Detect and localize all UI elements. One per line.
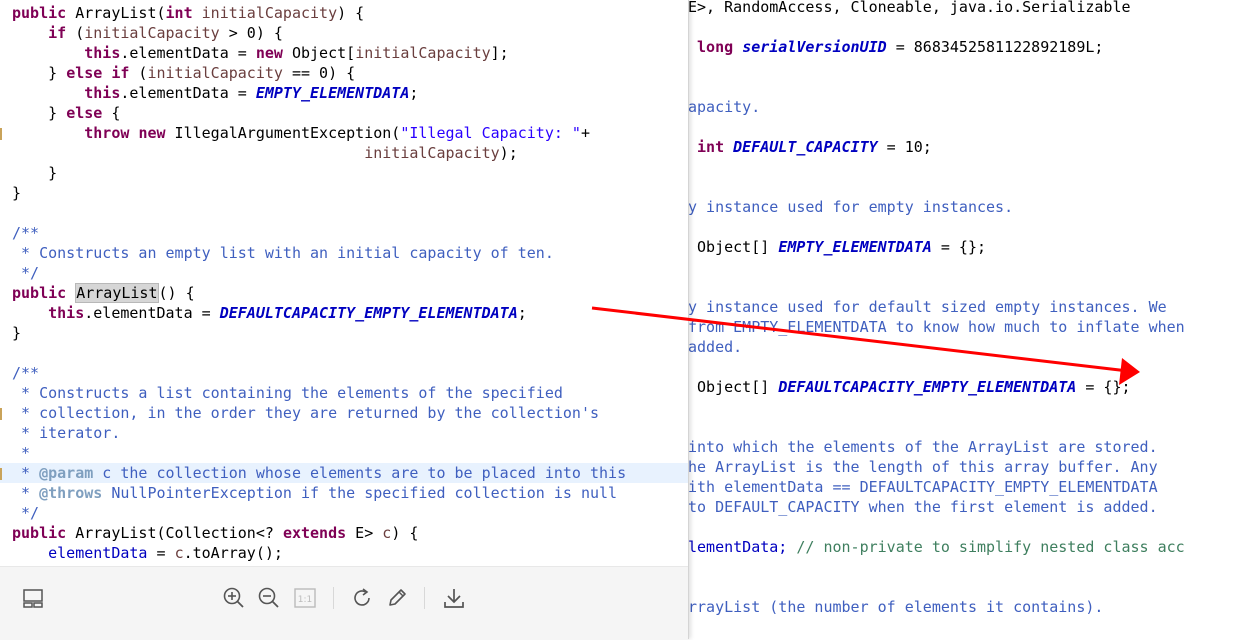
code-line: y instance used for empty instances.: [688, 198, 1014, 216]
code-line: } else if (initialCapacity == 0) {: [48, 64, 356, 82]
code-line: apacity.: [688, 98, 761, 116]
code-line: E>, RandomAccess, Cloneable, java.io.Ser…: [688, 0, 1131, 16]
code-line: rrayList (the number of elements it cont…: [688, 598, 1104, 616]
code-line: this.elementData = EMPTY_ELEMENTDATA;: [84, 84, 419, 102]
code-line: throw new IllegalArgumentException("Ille…: [84, 124, 590, 142]
toolbar-divider: [424, 587, 425, 609]
code-line: * collection, in the order they are retu…: [12, 404, 599, 422]
code-line: ith elementData == DEFAULTCAPACITY_EMPTY…: [688, 478, 1158, 496]
gutter-marker: [0, 468, 2, 480]
gutter-marker: [0, 408, 2, 420]
download-icon[interactable]: [441, 585, 467, 611]
code-line: } else {: [48, 104, 121, 122]
code-line: y instance used for default sized empty …: [688, 298, 1167, 316]
code-line: public ArrayList(int initialCapacity) {: [12, 4, 365, 22]
code-line: int DEFAULT_CAPACITY = 10;: [697, 138, 932, 156]
code-line: * iterator.: [12, 424, 121, 442]
code-line: this.elementData = new Object[initialCap…: [84, 44, 509, 62]
code-line: public ArrayList() {: [12, 283, 195, 303]
code-line: Object[] DEFAULTCAPACITY_EMPTY_ELEMENTDA…: [697, 378, 1131, 396]
code-line: from EMPTY_ELEMENTDATA to know how much …: [688, 318, 1185, 336]
code-line: to DEFAULT_CAPACITY when the first eleme…: [688, 498, 1158, 516]
code-line: initialCapacity);: [364, 144, 518, 162]
code-line: }: [48, 164, 58, 182]
code-line: this.elementData = DEFAULTCAPACITY_EMPTY…: [48, 304, 527, 322]
code-line: * Constructs an empty list with an initi…: [12, 244, 554, 262]
code-line: * @throws NullPointerException if the sp…: [12, 484, 618, 502]
code-line: he ArrayList is the length of this array…: [688, 458, 1158, 476]
code-line: * @param c the collection whose elements…: [12, 464, 627, 482]
toolbar-divider: [333, 587, 334, 609]
viewer-toolbar: 1:1: [0, 566, 688, 640]
code-line: *: [12, 444, 31, 462]
code-line: added.: [688, 338, 743, 356]
code-line: */: [12, 504, 40, 522]
zoom-out-icon[interactable]: [256, 585, 282, 611]
code-line: long serialVersionUID = 8683452581122892…: [697, 38, 1104, 56]
code-line: public ArrayList(Collection<? extends E>…: [12, 524, 419, 542]
code-line: * Constructs a list containing the eleme…: [12, 384, 563, 402]
screenshot-code-view: public ArrayList(int initialCapacity) { …: [0, 0, 688, 566]
edit-icon[interactable]: [384, 585, 410, 611]
image-viewer-popup: public ArrayList(int initialCapacity) { …: [0, 0, 689, 640]
code-line: elementData = c.toArray();: [48, 544, 283, 562]
code-line: Object[] EMPTY_ELEMENTDATA = {};: [697, 238, 987, 256]
rotate-icon[interactable]: [349, 585, 375, 611]
code-line: }: [12, 324, 22, 342]
actual-size-icon[interactable]: 1:1: [292, 585, 318, 611]
code-line: }: [12, 184, 22, 202]
code-line: into which the elements of the ArrayList…: [688, 438, 1158, 456]
code-line: /**: [12, 224, 40, 242]
actual-size-label: 1:1: [298, 595, 312, 605]
selected-word: ArrayList: [75, 283, 159, 303]
code-line: */: [12, 264, 40, 282]
code-line: lementData; // non-private to simplify n…: [688, 538, 1185, 556]
layout-icon[interactable]: [20, 585, 46, 611]
code-line: /**: [12, 364, 40, 382]
zoom-in-icon[interactable]: [221, 585, 247, 611]
gutter-marker: [0, 128, 2, 140]
code-line: if (initialCapacity > 0) {: [48, 24, 283, 42]
